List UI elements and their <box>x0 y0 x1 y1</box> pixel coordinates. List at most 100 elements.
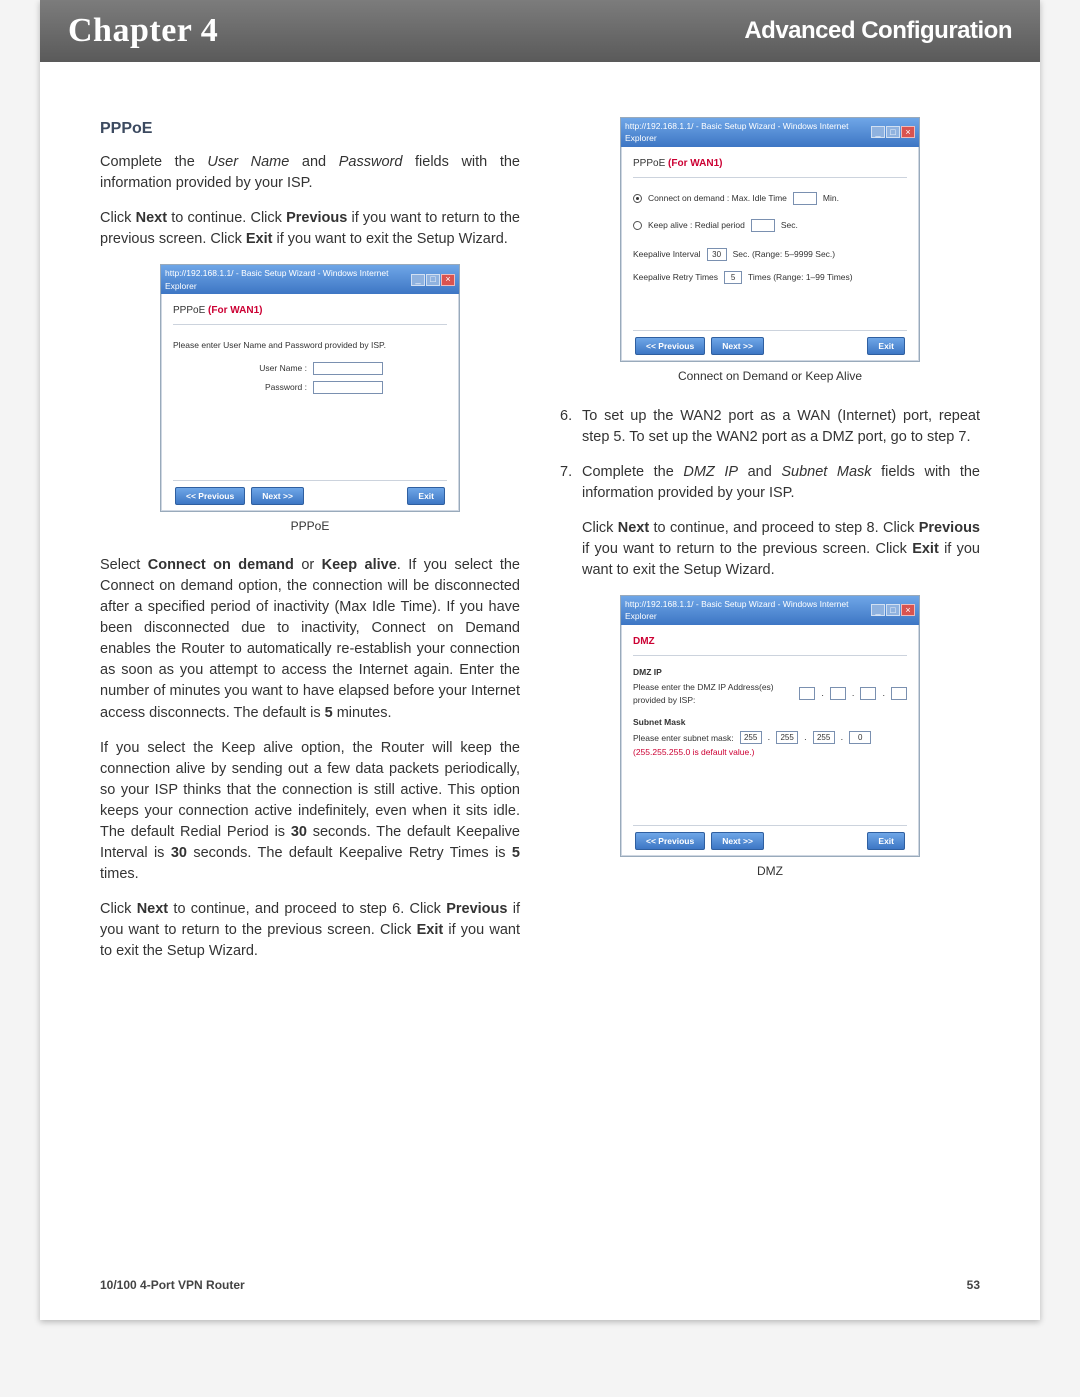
window-body: PPPoE (For WAN1) Please enter User Name … <box>161 294 459 511</box>
document-page: Chapter 4 Advanced Configuration PPPoE C… <box>40 0 1040 1320</box>
text-italic: User Name <box>207 154 289 170</box>
input-redial-period[interactable] <box>751 219 775 232</box>
content-columns: PPPoE Complete the User Name and Passwor… <box>40 62 1040 976</box>
window-titlebar: http://192.168.1.1/ - Basic Setup Wizard… <box>161 265 459 294</box>
window-button-row: << Previous Next >> Exit <box>173 487 447 505</box>
close-icon[interactable]: × <box>441 274 455 286</box>
label-subnet-mask: Subnet Mask <box>633 716 907 728</box>
paragraph: Complete the User Name and Password fiel… <box>100 152 520 194</box>
input-keepalive-retry[interactable]: 5 <box>724 271 742 284</box>
input-password[interactable] <box>313 381 383 394</box>
text-bold: 5 <box>325 705 333 721</box>
figure-pppoe: http://192.168.1.1/ - Basic Setup Wizard… <box>100 264 520 535</box>
text-bold: Exit <box>417 922 444 938</box>
instruction-dmz-ip: Please enter the DMZ IP Address(es) prov… <box>633 681 793 706</box>
label-retry-range: Times (Range: 1–99 Times) <box>748 271 853 283</box>
figure-caption: Connect on Demand or Keep Alive <box>560 368 980 385</box>
input-max-idle-time[interactable] <box>793 192 817 205</box>
input-dmz-ip-3[interactable] <box>860 687 876 700</box>
text: Select <box>100 557 148 573</box>
text: or <box>294 557 322 573</box>
window-controls: _ □ × <box>871 126 915 138</box>
maximize-icon[interactable]: □ <box>886 126 900 138</box>
panel-title-wan: (For WAN1) <box>208 305 262 316</box>
text: times. <box>100 866 139 882</box>
text: if you want to exit the Setup Wizard. <box>272 231 507 247</box>
minimize-icon[interactable]: _ <box>871 604 885 616</box>
text: seconds. The default Keepalive Retry Tim… <box>187 845 512 861</box>
next-button[interactable]: Next >> <box>251 487 304 505</box>
radio-keep-alive[interactable] <box>633 221 642 230</box>
minimize-icon[interactable]: _ <box>411 274 425 286</box>
minimize-icon[interactable]: _ <box>871 126 885 138</box>
window-button-row: << Previous Next >> Exit <box>633 337 907 355</box>
text-bold: Previous <box>286 210 347 226</box>
chapter-header: Chapter 4 Advanced Configuration <box>40 0 1040 62</box>
next-button[interactable]: Next >> <box>711 832 764 850</box>
text: Complete the <box>582 464 683 480</box>
text-bold: Previous <box>446 901 507 917</box>
label-connect-on-demand: Connect on demand : Max. Idle Time <box>648 192 787 204</box>
previous-button[interactable]: << Previous <box>175 487 245 505</box>
divider <box>633 655 907 656</box>
text: Click <box>100 210 136 226</box>
input-username[interactable] <box>313 362 383 375</box>
step-7: 7. Complete the DMZ IP and Subnet Mask f… <box>560 462 980 581</box>
text-bold: Next <box>136 210 167 226</box>
close-icon[interactable]: × <box>901 604 915 616</box>
label-username: User Name : <box>237 362 307 374</box>
previous-button[interactable]: << Previous <box>635 337 705 355</box>
divider <box>633 177 907 178</box>
text: to continue. Click <box>167 210 286 226</box>
input-dmz-ip-2[interactable] <box>830 687 846 700</box>
divider <box>633 330 907 331</box>
window-titlebar: http://192.168.1.1/ - Basic Setup Wizard… <box>621 118 919 147</box>
panel-title: PPPoE <box>173 305 208 316</box>
instruction-subnet-mask: Please enter subnet mask: <box>633 732 734 744</box>
text: to continue, and proceed to step 8. Clic… <box>649 520 919 536</box>
text-italic: Subnet Mask <box>781 464 871 480</box>
text: . If you select the Connect on demand op… <box>100 557 520 720</box>
page-footer: 10/100 4-Port VPN Router 53 <box>100 1278 980 1292</box>
panel-title: PPPoE <box>633 158 668 169</box>
window-keepalive: http://192.168.1.1/ - Basic Setup Wizard… <box>620 117 920 362</box>
exit-button[interactable]: Exit <box>867 832 905 850</box>
maximize-icon[interactable]: □ <box>886 604 900 616</box>
window-title-text: http://192.168.1.1/ - Basic Setup Wizard… <box>625 120 871 145</box>
input-keepalive-interval[interactable]: 30 <box>707 248 727 261</box>
maximize-icon[interactable]: □ <box>426 274 440 286</box>
radio-connect-on-demand[interactable] <box>633 194 642 203</box>
window-controls: _ □ × <box>411 274 455 286</box>
paragraph: Click Next to continue. Click Previous i… <box>100 208 520 250</box>
label-dmz-ip: DMZ IP <box>633 666 907 678</box>
left-column: PPPoE Complete the User Name and Passwor… <box>100 117 520 976</box>
text-bold: Exit <box>912 541 939 557</box>
exit-button[interactable]: Exit <box>407 487 445 505</box>
text: minutes. <box>333 705 392 721</box>
text: and <box>738 464 781 480</box>
step-list: 6. To set up the WAN2 port as a WAN (Int… <box>560 406 980 581</box>
instruction-text: Please enter User Name and Password prov… <box>173 339 447 351</box>
label-sec: Sec. <box>781 219 798 231</box>
text: Complete the <box>100 154 207 170</box>
divider <box>173 324 447 325</box>
step-number: 6. <box>560 406 582 448</box>
next-button[interactable]: Next >> <box>711 337 764 355</box>
input-dmz-ip-4[interactable] <box>891 687 907 700</box>
input-dmz-ip-1[interactable] <box>799 687 815 700</box>
close-icon[interactable]: × <box>901 126 915 138</box>
input-sm-3[interactable]: 255 <box>813 731 835 744</box>
exit-button[interactable]: Exit <box>867 337 905 355</box>
label-keepalive-retry: Keepalive Retry Times <box>633 271 718 283</box>
input-sm-1[interactable]: 255 <box>740 731 762 744</box>
footer-product: 10/100 4-Port VPN Router <box>100 1278 245 1292</box>
note-default-value: (255.255.255.0 is default value.) <box>633 746 907 758</box>
input-sm-2[interactable]: 255 <box>776 731 798 744</box>
text-italic: DMZ IP <box>683 464 738 480</box>
input-sm-4[interactable]: 0 <box>849 731 871 744</box>
window-titlebar: http://192.168.1.1/ - Basic Setup Wizard… <box>621 596 919 625</box>
figure-caption: PPPoE <box>100 518 520 535</box>
window-body: PPPoE (For WAN1) Connect on demand : Max… <box>621 147 919 362</box>
window-pppoe: http://192.168.1.1/ - Basic Setup Wizard… <box>160 264 460 512</box>
previous-button[interactable]: << Previous <box>635 832 705 850</box>
